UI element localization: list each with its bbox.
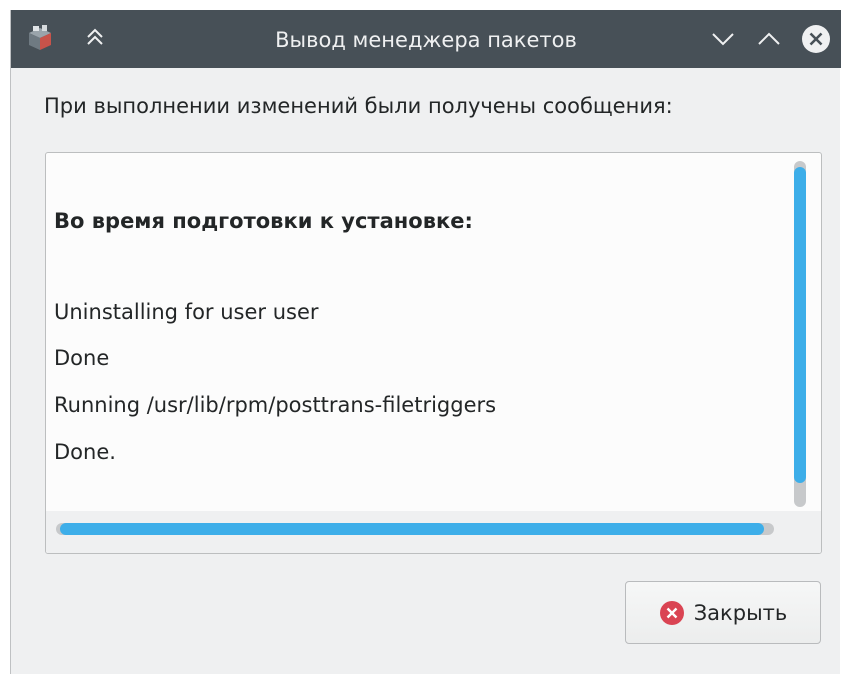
- title-bar[interactable]: Вывод менеджера пакетов: [11, 10, 841, 68]
- horizontal-scrollbar-area: [46, 511, 821, 553]
- chevron-down-icon[interactable]: [709, 25, 737, 53]
- close-button[interactable]: Закрыть: [625, 581, 821, 644]
- vertical-scrollbar[interactable]: [794, 161, 806, 507]
- close-circle-icon[interactable]: [801, 24, 831, 54]
- error-circle-icon: [659, 600, 684, 625]
- dialog-heading: При выполнении изменений были получены с…: [44, 94, 673, 118]
- log-line: Done.: [54, 440, 116, 464]
- log-line: Uninstalling for user user: [54, 300, 319, 324]
- chevron-up-icon[interactable]: [755, 25, 783, 53]
- horizontal-scrollbar[interactable]: [56, 523, 774, 535]
- vertical-scrollbar-thumb[interactable]: [794, 167, 806, 483]
- double-chevron-up-icon[interactable]: [83, 25, 107, 49]
- log-line: Done: [54, 346, 110, 370]
- output-log-text[interactable]: Во время подготовки к установке: Uninsta…: [54, 153, 774, 513]
- horizontal-scrollbar-thumb[interactable]: [60, 523, 764, 535]
- package-manager-icon[interactable]: [25, 23, 55, 53]
- output-log-panel[interactable]: Во время подготовки к установке: Uninsta…: [45, 152, 822, 554]
- log-section-title: Во время подготовки к установке:: [54, 209, 473, 233]
- dialog-window: Вывод менеджера пакетов При выполнении и…: [10, 10, 841, 674]
- log-line: Running /usr/lib/rpm/posttrans-filetrigg…: [54, 393, 497, 417]
- close-button-label: Закрыть: [693, 600, 788, 625]
